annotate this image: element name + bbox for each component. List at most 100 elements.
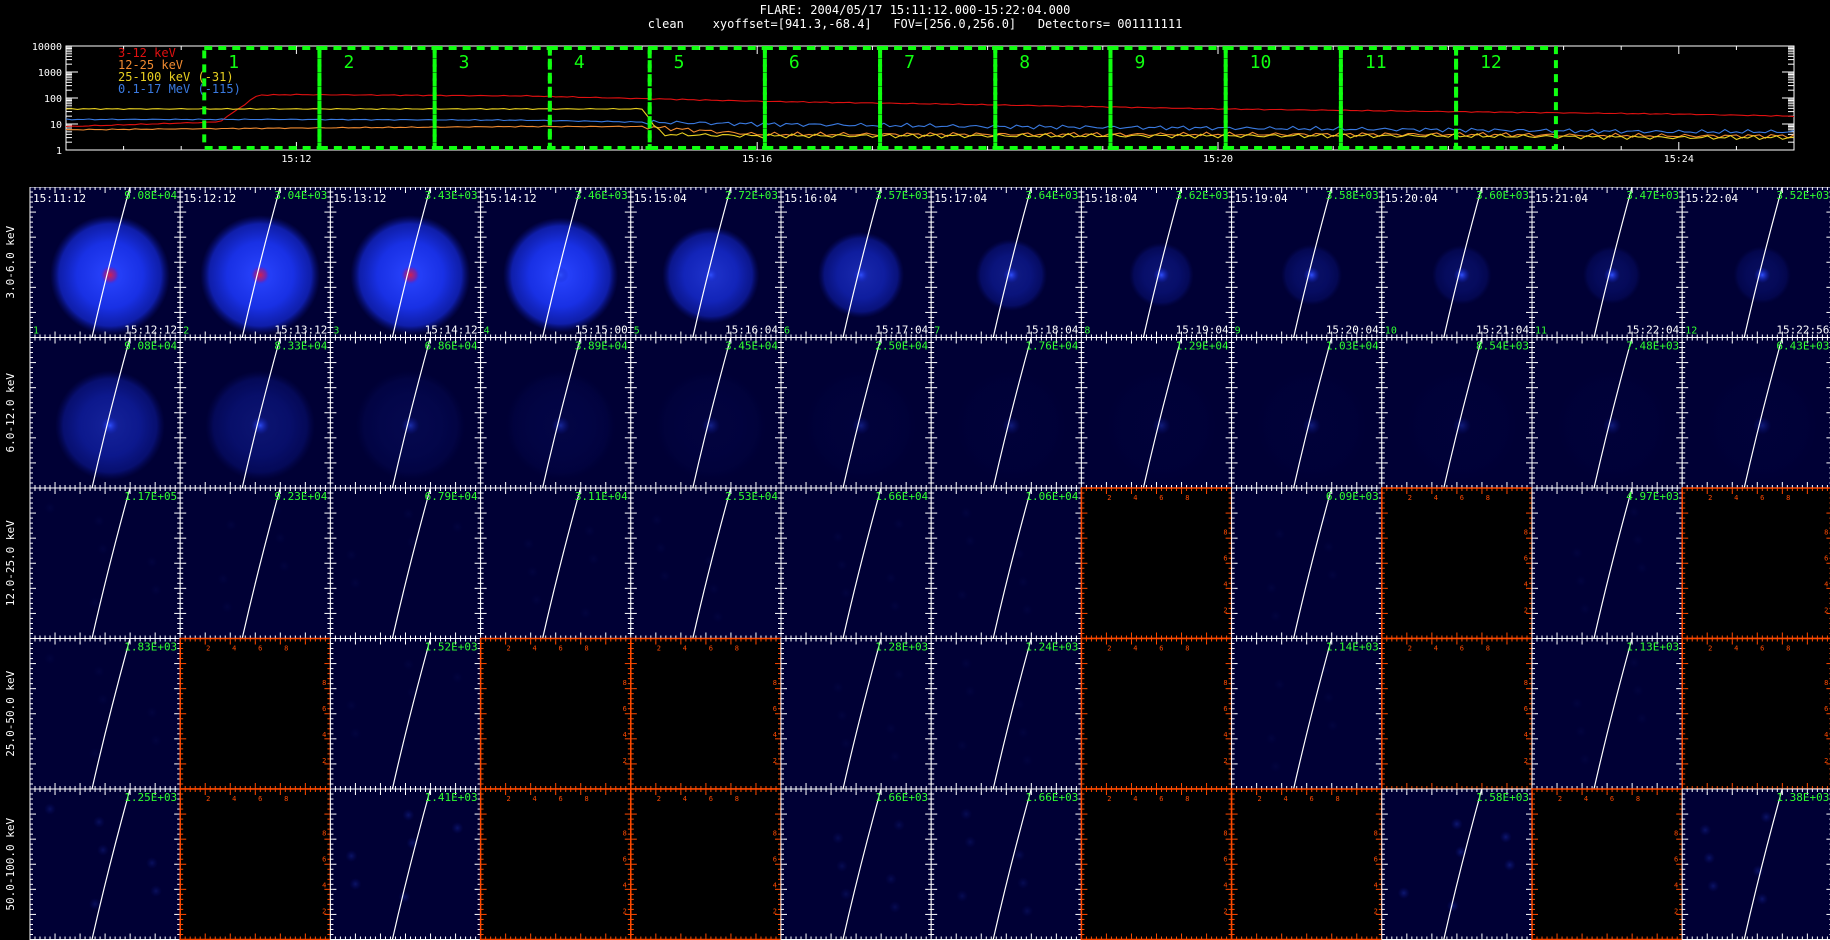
- emission-source: [1753, 416, 1772, 435]
- image-panel: 8.33E+04: [179, 337, 331, 489]
- panel-end-time: 15:20:04: [1326, 324, 1379, 337]
- noise-blob: [398, 740, 411, 753]
- lightcurve-series: [65, 93, 1795, 141]
- emission-source: [1453, 267, 1470, 283]
- panel-max-label: 1.06E+04: [1025, 490, 1078, 503]
- interval-label: 11: [1365, 52, 1387, 73]
- emission-source: [552, 267, 569, 283]
- x-tick-label: 15:24: [1664, 154, 1694, 165]
- image-panel: 3.64E+03 15:17:04 15:18:04 7: [930, 187, 1082, 338]
- panel-max-label: 9.23E+04: [274, 490, 327, 503]
- image-panel: 1.66E+04: [780, 487, 932, 639]
- interval-label: 9: [1134, 52, 1145, 73]
- legend-entry: 0.1-17 MeV (-115): [118, 82, 241, 96]
- image-panel: 2 2 4 4 6 6 8 8: [179, 637, 332, 790]
- noise-blob: [1273, 528, 1286, 540]
- image-panel: 1.52E+03: [329, 638, 482, 790]
- image-panel: 3.47E+03 15:21:04 15:22:04 11: [1531, 187, 1683, 338]
- interval-label: 5: [674, 52, 685, 73]
- noise-blob: [964, 535, 977, 547]
- panel-max-label: 3.57E+03: [875, 189, 928, 202]
- empty-panel: [179, 637, 332, 790]
- image-panel: 9.08E+04: [29, 337, 181, 489]
- panel-index: 8: [1084, 326, 1090, 337]
- emission-source: [1303, 267, 1320, 283]
- panel-start-time: 15:17:04: [934, 192, 987, 205]
- panel-background: [1231, 487, 1383, 639]
- panel-max-label: 3.64E+03: [1025, 189, 1078, 202]
- axis-tick-label: 2: [1524, 607, 1528, 615]
- emission-core: [100, 265, 120, 285]
- noise-blob: [1326, 569, 1339, 581]
- header-line1: FLARE: 2004/05/17 15:11:12.000-15:22:04.…: [759, 3, 1071, 17]
- row-label: 6.0-12.0 keV: [4, 373, 17, 453]
- panel-end-time: 15:22:04: [1626, 324, 1679, 337]
- panel-max-label: 3.52E+03: [1776, 189, 1829, 202]
- panel-max-label: 3.60E+03: [1476, 189, 1529, 202]
- noise-blob: [451, 671, 464, 684]
- noise-blob: [587, 553, 600, 565]
- emission-source: [401, 416, 420, 435]
- panel-max-label: 2.50E+04: [875, 340, 928, 353]
- image-grid: 3.0-6.0 keV 6.0-12.0 keV 12.0-25.0 keV 25.0…: [4, 187, 1830, 940]
- interval-label: 4: [574, 52, 585, 73]
- noise-blob: [1269, 610, 1282, 622]
- panel-start-time: 15:16:04: [784, 192, 837, 205]
- emission-source: [1153, 267, 1170, 283]
- image-panel: 6.09E+03: [1231, 487, 1383, 639]
- axis-tick-label: 2: [1408, 494, 1412, 502]
- y-tick-label: 10: [50, 120, 62, 131]
- noise-blob: [146, 556, 158, 568]
- panel-max-label: 6.09E+03: [1326, 490, 1379, 503]
- emission-source: [1604, 267, 1620, 283]
- panel-max-label: 9.08E+04: [124, 189, 177, 202]
- panel-end-time: 15:14:12: [425, 324, 478, 337]
- image-panel: 1.76E+04: [930, 337, 1082, 489]
- noise-blob: [1265, 582, 1278, 594]
- noise-blob: [44, 502, 56, 514]
- panel-max-label: 3.11E+04: [575, 490, 628, 503]
- image-panel: 3.52E+03 15:22:04 15:22:56 12: [1681, 187, 1830, 338]
- panel-start-time: 15:12:12: [183, 192, 236, 205]
- panel-index: 4: [484, 326, 490, 337]
- axis-tick-label: 8: [1185, 494, 1189, 502]
- axis-tick-label: 6: [1159, 494, 1163, 502]
- panel-max-label: 3.47E+03: [1626, 189, 1679, 202]
- panel-start-time: 15:22:04: [1685, 192, 1738, 205]
- emission-source: [852, 416, 870, 435]
- noise-blob: [451, 521, 464, 533]
- image-panels: 9.08E+04 15:11:12 15:12:12 1 3.04E+03 15:12:1…: [29, 187, 1830, 940]
- axis-tick-label: 2: [1708, 494, 1712, 502]
- panel-max-label: 2.53E+04: [725, 490, 778, 503]
- noise-blob: [278, 560, 291, 572]
- panel-max-label: 1.83E+03: [124, 641, 177, 654]
- lightcurve-legend: 3-12 keV12-25 keV25-100 keV (-31)0.1-17 …: [118, 46, 241, 96]
- noise-blob: [93, 515, 105, 527]
- axis-tick-label: 4: [1734, 494, 1738, 502]
- axis-tick-label: 2: [206, 645, 210, 653]
- panel-start-time: 15:19:04: [1235, 192, 1288, 205]
- image-panel: 2.53E+04: [630, 487, 782, 639]
- emission-source: [1003, 267, 1020, 283]
- noise-blob: [526, 566, 539, 578]
- header-line2: clean xyoffset=[941.3,-68.4] FOV=[256.0,…: [647, 17, 1183, 31]
- lightcurve-frame: [65, 45, 1795, 151]
- panel-background: [480, 487, 632, 639]
- noise-blob: [836, 559, 848, 571]
- lightcurve-intervals: 1 2 3 4 5 6 7 8 9 10 11 12: [202, 46, 1558, 150]
- image-panel: 3.58E+03 15:19:04 15:20:04 9: [1231, 187, 1383, 338]
- noise-blob: [274, 532, 287, 544]
- panel-max-label: 4.97E+03: [1626, 490, 1679, 503]
- x-tick-label: 15:16: [742, 154, 772, 165]
- image-panel: 3.04E+03 15:12:12 15:13:12 2: [179, 187, 331, 338]
- interval-label: 12: [1480, 52, 1502, 73]
- interval-box: [432, 46, 552, 150]
- axis-tick-label: 4: [1524, 581, 1528, 589]
- panel-index: 1: [33, 326, 39, 337]
- axis-tick-label: 4: [232, 645, 236, 653]
- emission-source: [702, 267, 719, 283]
- image-panel: 1.83E+03: [29, 638, 181, 790]
- emission-source: [1152, 416, 1171, 435]
- image-panel: 3.45E+04: [630, 337, 782, 489]
- noise-blob: [889, 600, 901, 612]
